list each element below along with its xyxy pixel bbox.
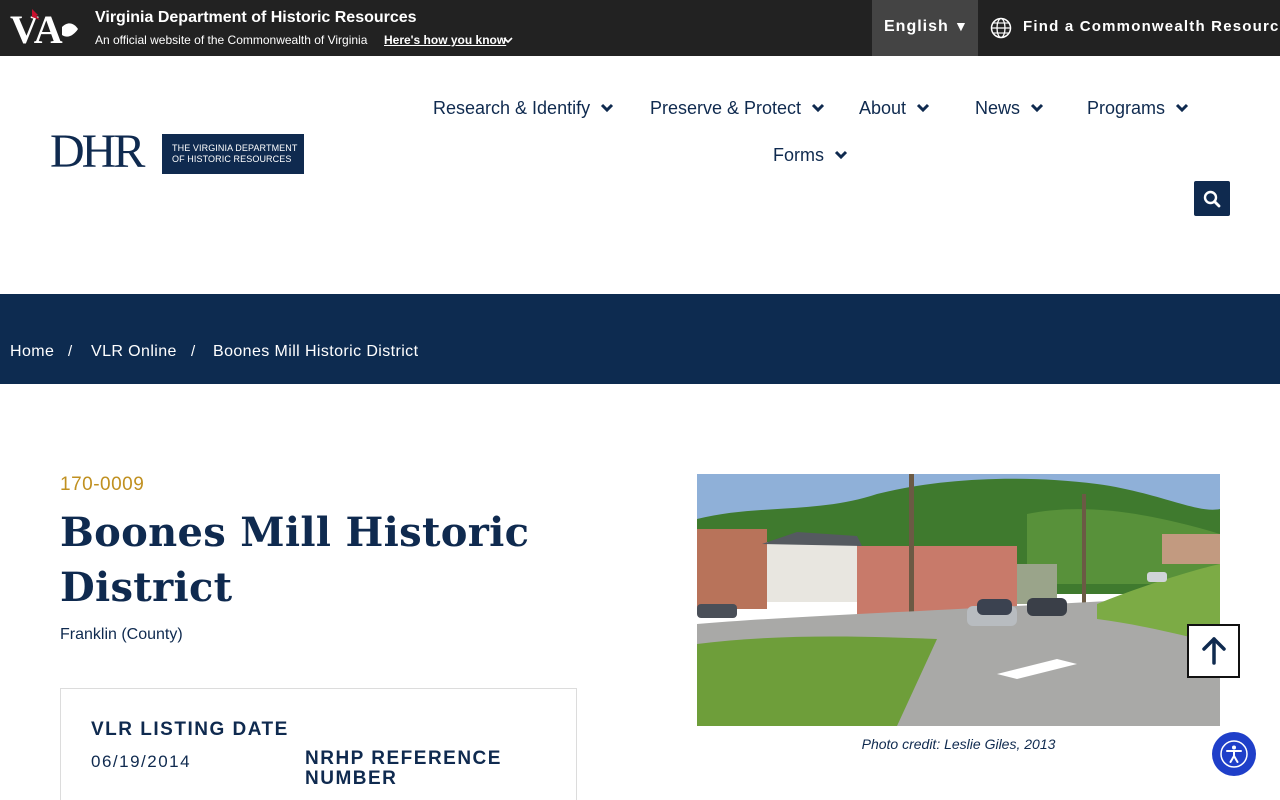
- nav-programs[interactable]: Programs: [1087, 96, 1189, 120]
- nav-about[interactable]: About: [859, 96, 930, 120]
- language-label: English: [884, 18, 949, 35]
- commonwealth-banner: VA Virginia Department of Historic Resou…: [0, 0, 1280, 56]
- how-you-know-link[interactable]: Here's how you know: [384, 33, 506, 47]
- breadcrumb: Home / VLR Online / Boones Mill Historic…: [0, 294, 1280, 384]
- chevron-down-icon[interactable]: [503, 35, 513, 45]
- accessibility-button[interactable]: [1212, 732, 1256, 776]
- nav-preserve-protect[interactable]: Preserve & Protect: [650, 96, 825, 120]
- nav-label: About: [859, 97, 907, 118]
- listing-info-card: VLR LISTING DATE 06/19/2014 NRHP REFEREN…: [60, 688, 577, 800]
- chevron-down-icon: [916, 103, 930, 113]
- find-commonwealth-resource-button[interactable]: Find a Commonwealth Resource: [978, 0, 1280, 56]
- resource-reference-number: 170-0009: [60, 474, 145, 495]
- vlr-listing-date-heading: VLR LISTING DATE: [91, 719, 289, 740]
- nav-label: Programs: [1087, 97, 1166, 118]
- nav-label: News: [975, 97, 1021, 118]
- page-title: Boones Mill Historic District: [60, 509, 530, 611]
- nav-research-identify[interactable]: Research & Identify: [433, 96, 614, 120]
- county-label: Franklin (County): [60, 626, 183, 643]
- search-button[interactable]: [1194, 181, 1230, 216]
- search-icon: [1203, 190, 1221, 208]
- language-selector[interactable]: English ▼: [872, 0, 978, 56]
- dhr-logo-wordmark: THE VIRGINIA DEPARTMENT OF HISTORIC RESO…: [162, 134, 304, 174]
- photo-caption: Photo credit: Leslie Giles, 2013: [861, 736, 1056, 752]
- back-to-top-button[interactable]: [1187, 624, 1240, 678]
- vlr-listing-date-value: 06/19/2014: [91, 752, 192, 771]
- caret-down-icon: ▼: [954, 18, 968, 34]
- nav-label: Preserve & Protect: [650, 97, 802, 118]
- dhr-logo-line1: THE VIRGINIA DEPARTMENT: [172, 143, 298, 153]
- breadcrumb-home[interactable]: Home: [10, 343, 54, 361]
- breadcrumb-separator: /: [68, 343, 73, 360]
- chevron-down-icon: [1175, 103, 1189, 113]
- dhr-logo-letters: DHR: [50, 125, 145, 178]
- breadcrumb-current: Boones Mill Historic District: [213, 343, 419, 360]
- chevron-down-icon: [812, 103, 825, 113]
- arrow-up-icon: [1202, 637, 1226, 665]
- breadcrumb-vlr-online[interactable]: VLR Online: [91, 343, 177, 361]
- dhr-logo[interactable]: DHR THE VIRGINIA DEPARTMENT OF HISTORIC …: [50, 128, 304, 176]
- nav-forms[interactable]: Forms: [773, 143, 848, 167]
- nrhp-reference-heading: NRHP REFERENCE NUMBER: [305, 748, 502, 789]
- official-website-text: An official website of the Commonwealth …: [95, 33, 368, 47]
- va-logo-text: VA: [10, 7, 63, 45]
- nav-label: Research & Identify: [433, 97, 591, 118]
- chevron-down-icon: [834, 150, 848, 160]
- agency-name[interactable]: Virginia Department of Historic Resource…: [95, 9, 417, 27]
- dhr-logo-line2: OF HISTORIC RESOURCES: [172, 154, 292, 164]
- nav-label: Forms: [773, 144, 824, 165]
- find-resource-label: Find a Commonwealth Resource: [1023, 18, 1280, 35]
- chevron-down-icon: [601, 103, 614, 113]
- accessibility-icon: [1220, 740, 1248, 768]
- chevron-down-icon: [1030, 103, 1044, 113]
- historic-district-photo: [697, 474, 1220, 726]
- globe-icon: [990, 17, 1012, 39]
- nav-news[interactable]: News: [975, 96, 1044, 120]
- breadcrumb-separator: /: [191, 343, 196, 360]
- virginia-logo[interactable]: VA: [10, 5, 82, 52]
